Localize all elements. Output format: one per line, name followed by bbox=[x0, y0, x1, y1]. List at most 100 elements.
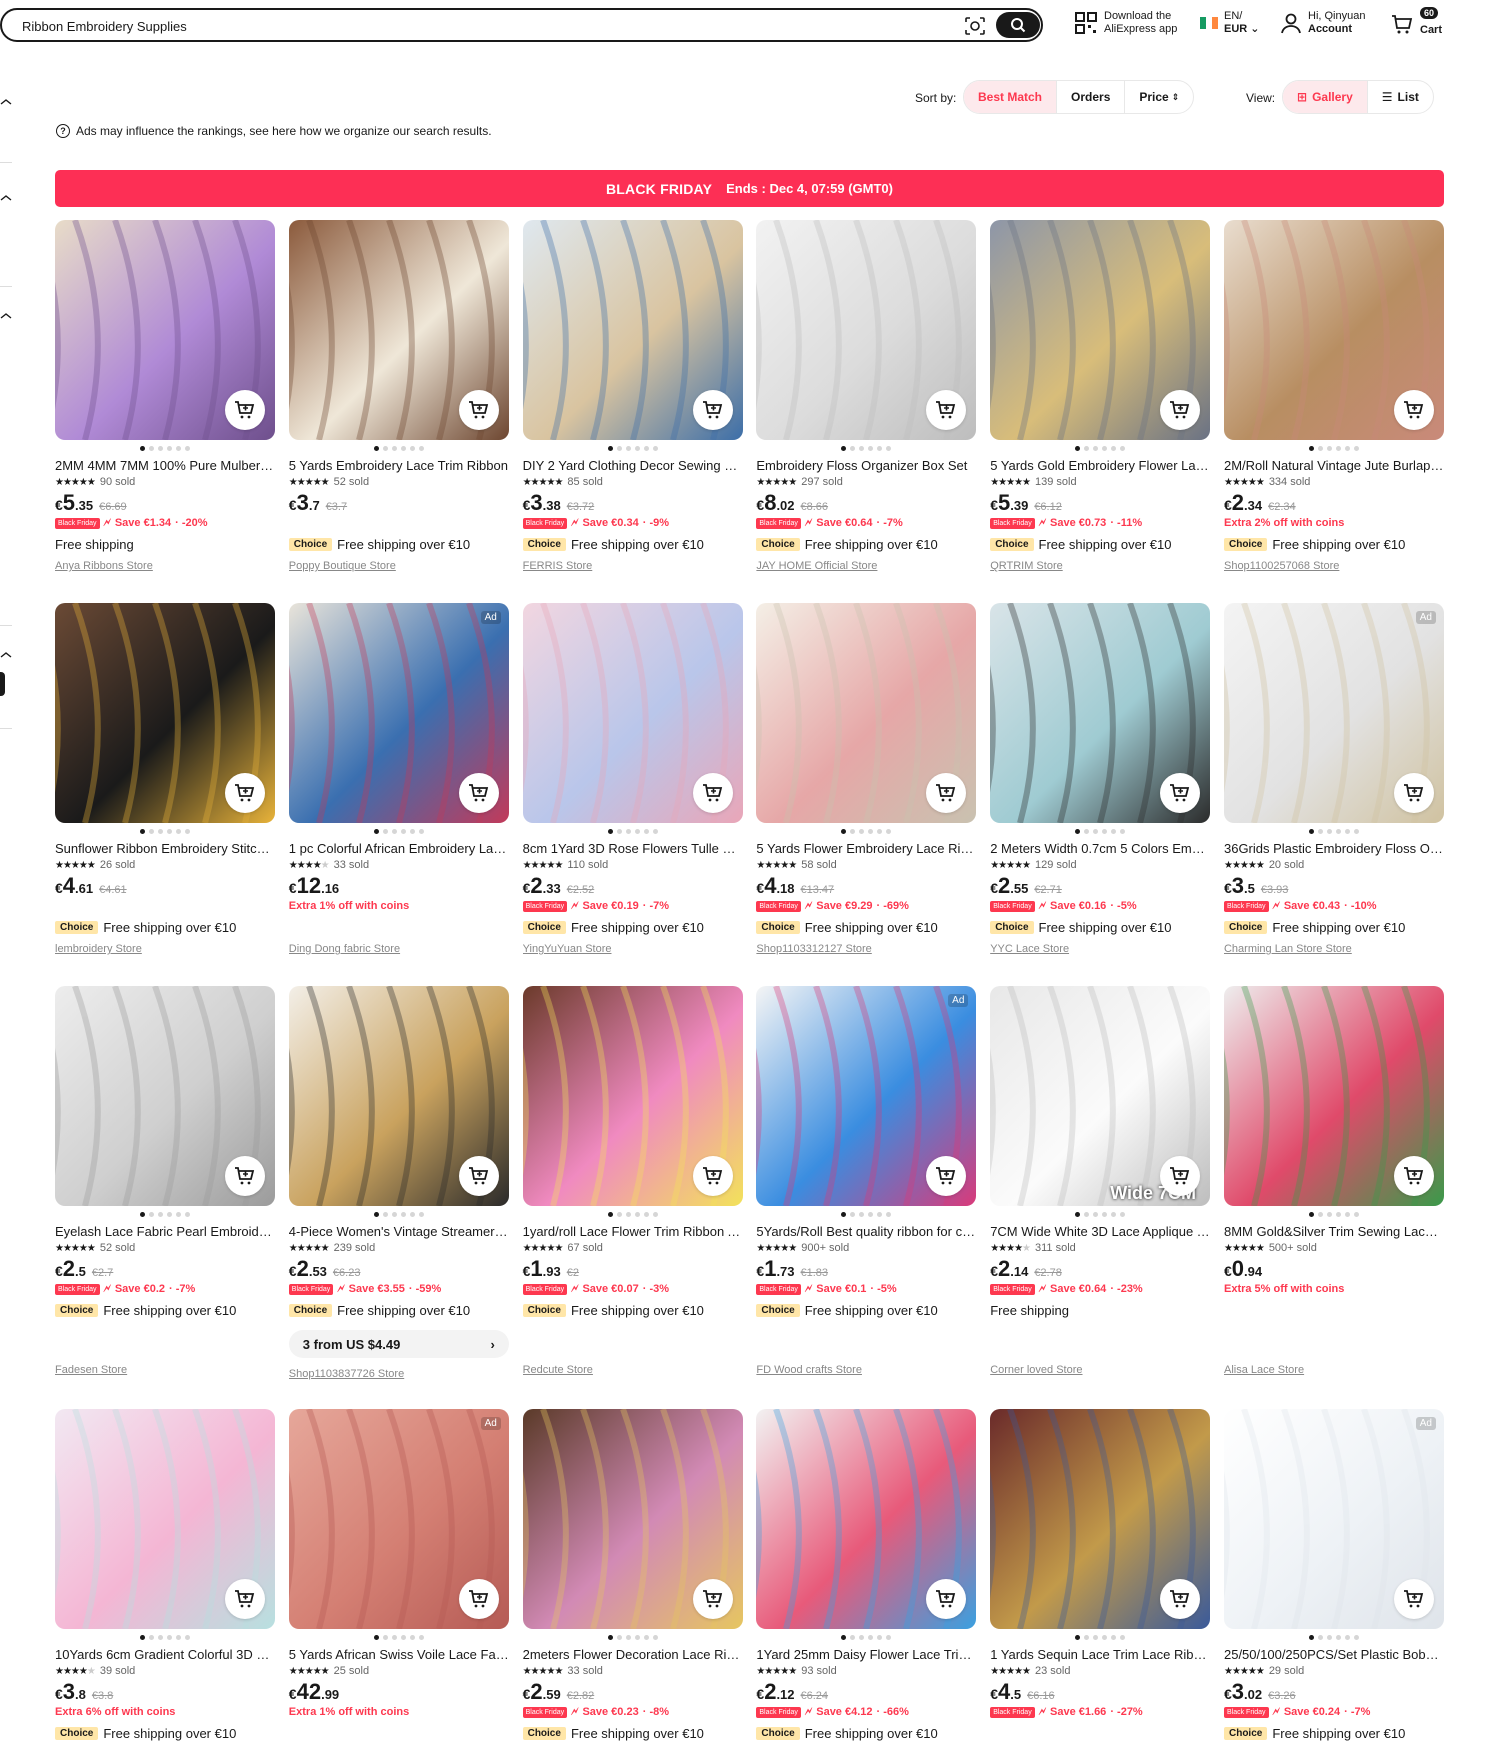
store-link[interactable]: FERRIS Store bbox=[523, 560, 743, 576]
add-to-cart-button[interactable] bbox=[225, 1579, 265, 1619]
carousel-dot[interactable] bbox=[1120, 445, 1126, 451]
image-carousel-dots[interactable] bbox=[1224, 826, 1444, 836]
carousel-dot[interactable] bbox=[409, 1634, 415, 1640]
product-image[interactable] bbox=[55, 1409, 275, 1629]
image-carousel-dots[interactable] bbox=[55, 443, 275, 453]
carousel-dot[interactable] bbox=[140, 445, 145, 451]
product-card[interactable]: 4-Piece Women's Vintage Streamer Ribbon … bbox=[288, 986, 509, 1409]
carousel-dot[interactable] bbox=[1326, 1211, 1332, 1217]
carousel-dot[interactable] bbox=[1335, 828, 1341, 834]
add-to-cart-button[interactable] bbox=[1393, 773, 1434, 813]
image-carousel-dots[interactable] bbox=[55, 1209, 275, 1219]
carousel-dot[interactable] bbox=[1075, 1211, 1081, 1217]
add-to-cart-button[interactable] bbox=[225, 390, 265, 430]
carousel-dot[interactable] bbox=[373, 828, 379, 834]
product-image[interactable] bbox=[55, 986, 275, 1206]
carousel-dot[interactable] bbox=[877, 1211, 883, 1217]
carousel-dot[interactable] bbox=[850, 1634, 856, 1640]
add-to-cart-button[interactable] bbox=[225, 773, 265, 813]
carousel-dot[interactable] bbox=[1111, 828, 1117, 834]
product-image[interactable] bbox=[990, 603, 1211, 823]
carousel-dot[interactable] bbox=[1353, 828, 1359, 834]
store-link[interactable]: JAY HOME Official Store bbox=[756, 560, 976, 576]
carousel-dot[interactable] bbox=[167, 828, 172, 834]
carousel-dot[interactable] bbox=[859, 828, 865, 834]
carousel-dot[interactable] bbox=[1084, 1211, 1090, 1217]
carousel-dot[interactable] bbox=[1120, 1634, 1126, 1640]
carousel-dot[interactable] bbox=[652, 828, 658, 834]
carousel-dot[interactable] bbox=[382, 828, 388, 834]
product-image[interactable] bbox=[756, 603, 977, 823]
carousel-dot[interactable] bbox=[1326, 445, 1332, 451]
carousel-dot[interactable] bbox=[1084, 445, 1090, 451]
product-image[interactable]: Ad bbox=[288, 1409, 509, 1629]
product-title[interactable]: 1yard/roll Lace Flower Trim Ribbon Appli… bbox=[523, 1223, 743, 1240]
image-carousel-dots[interactable] bbox=[756, 1209, 976, 1219]
carousel-dot[interactable] bbox=[886, 828, 892, 834]
carousel-dot[interactable] bbox=[391, 828, 397, 834]
carousel-dot[interactable] bbox=[1326, 828, 1332, 834]
store-link[interactable]: Shop1103312127 Store bbox=[756, 943, 976, 959]
carousel-dot[interactable] bbox=[1344, 828, 1350, 834]
carousel-dot[interactable] bbox=[868, 1634, 874, 1640]
product-image[interactable]: Ad bbox=[756, 986, 977, 1206]
search-button[interactable] bbox=[996, 12, 1040, 38]
add-to-cart-button[interactable] bbox=[1393, 1579, 1434, 1619]
carousel-dot[interactable] bbox=[652, 1634, 658, 1640]
add-to-cart-button[interactable] bbox=[692, 773, 733, 813]
carousel-dot[interactable] bbox=[1308, 1211, 1314, 1217]
carousel-dot[interactable] bbox=[1111, 445, 1117, 451]
store-link[interactable]: Anya Ribbons Store bbox=[55, 560, 275, 576]
carousel-dot[interactable] bbox=[607, 445, 613, 451]
camera-search-icon[interactable] bbox=[964, 16, 986, 36]
carousel-dot[interactable] bbox=[1111, 1634, 1117, 1640]
image-carousel-dots[interactable] bbox=[756, 1632, 976, 1642]
carousel-dot[interactable] bbox=[382, 1634, 388, 1640]
carousel-dot[interactable] bbox=[185, 445, 190, 451]
product-image[interactable] bbox=[990, 220, 1211, 440]
product-card[interactable]: 1yard/roll Lace Flower Trim Ribbon Appli… bbox=[522, 986, 743, 1409]
carousel-dot[interactable] bbox=[1075, 828, 1081, 834]
carousel-dot[interactable] bbox=[652, 445, 658, 451]
carousel-dot[interactable] bbox=[841, 828, 847, 834]
carousel-dot[interactable] bbox=[400, 828, 406, 834]
product-image[interactable] bbox=[522, 603, 743, 823]
carousel-dot[interactable] bbox=[1102, 828, 1108, 834]
carousel-dot[interactable] bbox=[1102, 1211, 1108, 1217]
store-link[interactable]: FD Wood crafts Store bbox=[756, 1364, 976, 1380]
product-image[interactable]: Ad bbox=[288, 603, 509, 823]
product-card[interactable]: 1 Yards Sequin Lace Trim Lace Ribbon ★★★★… bbox=[990, 1409, 1211, 1747]
image-carousel-dots[interactable] bbox=[523, 1632, 743, 1642]
product-card[interactable]: Ad 5 Yards African Swiss Voile Lace Fabri… bbox=[288, 1409, 509, 1747]
carousel-dot[interactable] bbox=[1344, 1634, 1350, 1640]
carousel-dot[interactable] bbox=[1353, 1634, 1359, 1640]
carousel-dot[interactable] bbox=[841, 1211, 847, 1217]
carousel-dot[interactable] bbox=[176, 1634, 181, 1640]
carousel-dot[interactable] bbox=[409, 1211, 415, 1217]
product-card[interactable]: Sunflower Ribbon Embroidery Stitch Kit ★★… bbox=[55, 603, 275, 986]
add-to-cart-button[interactable] bbox=[692, 1156, 733, 1196]
carousel-dot[interactable] bbox=[634, 1211, 640, 1217]
carousel-dot[interactable] bbox=[185, 1634, 190, 1640]
carousel-dot[interactable] bbox=[868, 445, 874, 451]
carousel-dot[interactable] bbox=[373, 445, 379, 451]
carousel-dot[interactable] bbox=[1102, 1634, 1108, 1640]
product-card[interactable]: 2meters Flower Decoration Lace Ribbon Tr… bbox=[522, 1409, 743, 1747]
carousel-dot[interactable] bbox=[607, 1211, 613, 1217]
image-carousel-dots[interactable] bbox=[523, 826, 743, 836]
product-card[interactable]: Wide 7CM 7CM Wide White 3D Lace Applique … bbox=[990, 986, 1211, 1409]
carousel-dot[interactable] bbox=[158, 828, 163, 834]
carousel-dot[interactable] bbox=[1353, 445, 1359, 451]
product-title[interactable]: 5 Yards Flower Embroidery Lace Ribbon Tr… bbox=[756, 840, 976, 857]
sort-price[interactable]: Price ⇕ bbox=[1125, 81, 1193, 113]
carousel-dot[interactable] bbox=[841, 445, 847, 451]
carousel-dot[interactable] bbox=[418, 445, 424, 451]
carousel-dot[interactable] bbox=[652, 1211, 658, 1217]
product-image[interactable] bbox=[756, 1409, 977, 1629]
store-link[interactable]: Fadesen Store bbox=[55, 1364, 275, 1380]
carousel-dot[interactable] bbox=[1317, 1634, 1323, 1640]
carousel-dot[interactable] bbox=[1093, 1634, 1099, 1640]
product-image[interactable]: Wide 7CM bbox=[990, 986, 1211, 1206]
carousel-dot[interactable] bbox=[1084, 828, 1090, 834]
carousel-dot[interactable] bbox=[1120, 828, 1126, 834]
